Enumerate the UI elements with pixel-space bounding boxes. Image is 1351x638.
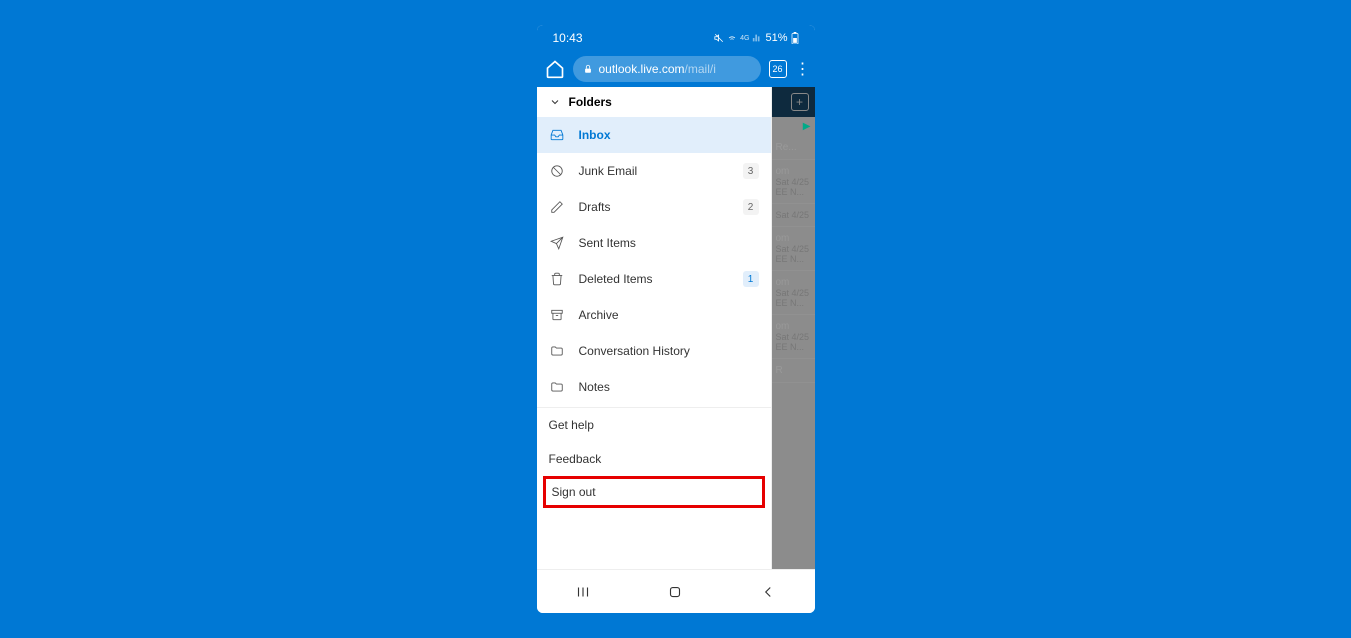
count-badge: 1 bbox=[743, 271, 759, 287]
inbox-icon bbox=[549, 127, 565, 143]
signal-icon bbox=[752, 33, 762, 43]
lock-icon bbox=[583, 64, 593, 74]
sidebar-item-junk[interactable]: Junk Email 3 bbox=[537, 153, 771, 189]
count-badge: 3 bbox=[743, 163, 759, 179]
sidebar-item-conversation[interactable]: Conversation History bbox=[537, 333, 771, 369]
bg-message-row: omSat 4/25EE N... bbox=[772, 227, 815, 271]
bg-filter: ▶ bbox=[772, 117, 815, 136]
bg-filter-row: Re... bbox=[772, 136, 815, 160]
content-area: + ▶ Re... omSat 4/25EE N... Sat 4/25 omS… bbox=[537, 87, 815, 569]
folders-label: Folders bbox=[569, 95, 612, 109]
url-text: outlook.live.com/mail/i bbox=[599, 62, 716, 76]
edit-icon bbox=[549, 199, 565, 215]
mute-icon bbox=[714, 33, 724, 43]
status-indicators: 4G 51% bbox=[714, 32, 798, 44]
folder-icon bbox=[549, 343, 565, 359]
sidebar-item-label: Junk Email bbox=[579, 164, 729, 178]
sidebar-footer: Get help Feedback Sign out bbox=[537, 407, 771, 514]
tab-count[interactable]: 26 bbox=[769, 60, 787, 78]
trash-icon bbox=[549, 271, 565, 287]
status-bar: 10:43 4G 51% bbox=[537, 25, 815, 51]
count-badge: 2 bbox=[743, 199, 759, 215]
sign-out-link[interactable]: Sign out bbox=[543, 476, 765, 508]
sidebar-item-label: Notes bbox=[579, 380, 759, 394]
sidebar-item-label: Sent Items bbox=[579, 236, 759, 250]
home-button[interactable] bbox=[663, 580, 687, 604]
sidebar: Folders Inbox Junk Email 3 Drafts 2 Sent… bbox=[537, 87, 772, 569]
chevron-down-icon bbox=[549, 96, 561, 108]
archive-icon bbox=[549, 307, 565, 323]
battery-percent: 51% bbox=[765, 32, 787, 44]
bg-message-row: omSat 4/25EE N... bbox=[772, 160, 815, 204]
sidebar-item-drafts[interactable]: Drafts 2 bbox=[537, 189, 771, 225]
sidebar-item-sent[interactable]: Sent Items bbox=[537, 225, 771, 261]
folders-header[interactable]: Folders bbox=[537, 87, 771, 117]
bg-header: + bbox=[772, 87, 815, 117]
feedback-link[interactable]: Feedback bbox=[537, 442, 771, 476]
bg-message-row: omSat 4/25EE N... bbox=[772, 315, 815, 359]
bg-message-row: omSat 4/25EE N... bbox=[772, 271, 815, 315]
battery-icon bbox=[791, 32, 799, 44]
status-time: 10:43 bbox=[553, 31, 583, 45]
sidebar-item-label: Archive bbox=[579, 308, 759, 322]
wifi-icon bbox=[727, 33, 737, 43]
sidebar-item-archive[interactable]: Archive bbox=[537, 297, 771, 333]
get-help-link[interactable]: Get help bbox=[537, 408, 771, 442]
browser-more-icon[interactable]: ⋮ bbox=[795, 59, 807, 79]
browser-bar: outlook.live.com/mail/i 26 ⋮ bbox=[537, 51, 815, 87]
recent-apps-button[interactable] bbox=[571, 580, 595, 604]
sidebar-item-label: Deleted Items bbox=[579, 272, 729, 286]
back-button[interactable] bbox=[756, 580, 780, 604]
home-icon[interactable] bbox=[545, 59, 565, 79]
sidebar-item-notes[interactable]: Notes bbox=[537, 369, 771, 405]
network-label: 4G bbox=[740, 35, 749, 42]
compose-icon[interactable]: + bbox=[791, 93, 809, 111]
sidebar-item-inbox[interactable]: Inbox bbox=[537, 117, 771, 153]
folder-icon bbox=[549, 379, 565, 395]
message-list-background: + ▶ Re... omSat 4/25EE N... Sat 4/25 omS… bbox=[772, 87, 815, 569]
bg-message-row: R bbox=[772, 359, 815, 383]
android-nav-bar bbox=[537, 569, 815, 613]
url-bar[interactable]: outlook.live.com/mail/i bbox=[573, 56, 761, 82]
block-icon bbox=[549, 163, 565, 179]
bg-message-row: Sat 4/25 bbox=[772, 204, 815, 227]
play-icon: ▶ bbox=[803, 121, 811, 132]
sidebar-item-label: Drafts bbox=[579, 200, 729, 214]
phone-frame: 10:43 4G 51% outlook.live.com/mail/i 26 … bbox=[537, 25, 815, 613]
sidebar-item-label: Conversation History bbox=[579, 344, 759, 358]
sidebar-item-deleted[interactable]: Deleted Items 1 bbox=[537, 261, 771, 297]
send-icon bbox=[549, 235, 565, 251]
sidebar-item-label: Inbox bbox=[579, 128, 759, 142]
